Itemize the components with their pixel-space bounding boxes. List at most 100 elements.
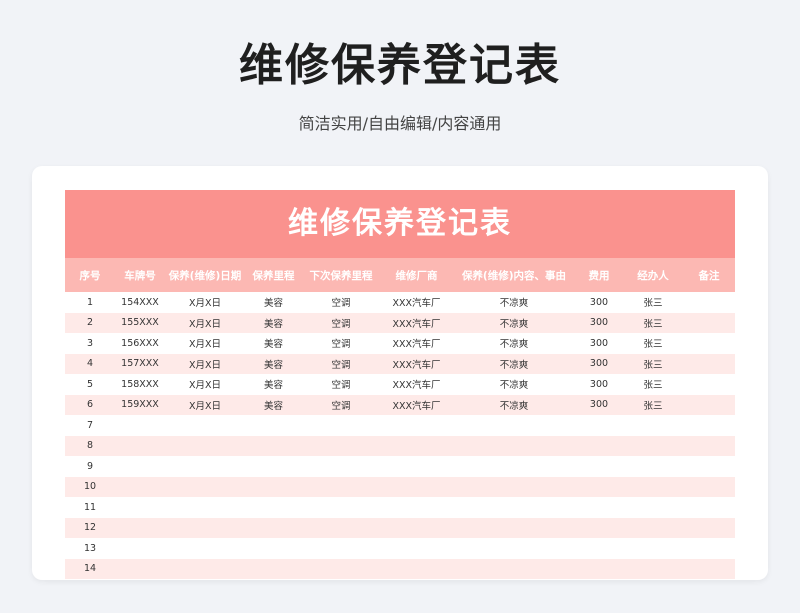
- cell-remarks[interactable]: [683, 374, 735, 395]
- col-header-content[interactable]: 保养(维修)内容、事由: [453, 258, 575, 292]
- cell-date[interactable]: X月X日: [165, 353, 245, 374]
- cell-plate[interactable]: 157XXX: [115, 353, 165, 374]
- cell-content[interactable]: [453, 456, 575, 477]
- cell-next-mileage[interactable]: [302, 538, 380, 559]
- cell-cost[interactable]: [575, 435, 623, 456]
- cell-remarks[interactable]: [683, 517, 735, 538]
- cell-mileage[interactable]: [245, 517, 302, 538]
- col-header-next-mileage[interactable]: 下次保养里程: [302, 258, 380, 292]
- cell-content[interactable]: [453, 517, 575, 538]
- col-header-remarks[interactable]: 备注: [683, 258, 735, 292]
- cell-content[interactable]: [453, 435, 575, 456]
- cell-cost[interactable]: [575, 456, 623, 477]
- cell-next-mileage[interactable]: [302, 558, 380, 579]
- cell-content[interactable]: 不凉爽: [453, 292, 575, 313]
- cell-handler[interactable]: 张三: [623, 292, 683, 313]
- col-header-mileage[interactable]: 保养里程: [245, 258, 302, 292]
- cell-content[interactable]: [453, 476, 575, 497]
- cell-handler[interactable]: [623, 538, 683, 559]
- cell-handler[interactable]: [623, 497, 683, 518]
- cell-next-mileage[interactable]: [302, 435, 380, 456]
- cell-content[interactable]: [453, 538, 575, 559]
- cell-remarks[interactable]: [683, 497, 735, 518]
- cell-mileage[interactable]: 美容: [245, 374, 302, 395]
- col-header-index[interactable]: 序号: [65, 258, 115, 292]
- cell-handler[interactable]: 张三: [623, 333, 683, 354]
- cell-content[interactable]: [453, 497, 575, 518]
- cell-plate[interactable]: [115, 517, 165, 538]
- cell-index[interactable]: 5: [65, 374, 115, 395]
- cell-plate[interactable]: 154XXX: [115, 292, 165, 313]
- cell-vendor[interactable]: XXX汽车厂: [380, 333, 453, 354]
- cell-content[interactable]: 不凉爽: [453, 353, 575, 374]
- cell-cost[interactable]: [575, 558, 623, 579]
- cell-remarks[interactable]: [683, 476, 735, 497]
- cell-vendor[interactable]: [380, 456, 453, 477]
- cell-date[interactable]: X月X日: [165, 292, 245, 313]
- cell-vendor[interactable]: [380, 415, 453, 436]
- cell-plate[interactable]: [115, 456, 165, 477]
- cell-handler[interactable]: [623, 456, 683, 477]
- cell-index[interactable]: 8: [65, 435, 115, 456]
- cell-date[interactable]: [165, 517, 245, 538]
- cell-cost[interactable]: [575, 517, 623, 538]
- cell-date[interactable]: X月X日: [165, 374, 245, 395]
- cell-cost[interactable]: 300: [575, 394, 623, 415]
- col-header-vendor[interactable]: 维修厂商: [380, 258, 453, 292]
- cell-plate[interactable]: [115, 497, 165, 518]
- cell-plate[interactable]: [115, 415, 165, 436]
- cell-vendor[interactable]: [380, 558, 453, 579]
- cell-mileage[interactable]: [245, 415, 302, 436]
- cell-cost[interactable]: [575, 476, 623, 497]
- cell-mileage[interactable]: [245, 456, 302, 477]
- cell-date[interactable]: X月X日: [165, 394, 245, 415]
- cell-next-mileage[interactable]: [302, 415, 380, 436]
- cell-index[interactable]: 2: [65, 312, 115, 333]
- cell-index[interactable]: 1: [65, 292, 115, 313]
- cell-vendor[interactable]: XXX汽车厂: [380, 292, 453, 313]
- cell-next-mileage[interactable]: [302, 456, 380, 477]
- cell-vendor[interactable]: [380, 476, 453, 497]
- cell-cost[interactable]: 300: [575, 333, 623, 354]
- cell-mileage[interactable]: 美容: [245, 353, 302, 374]
- cell-cost[interactable]: [575, 415, 623, 436]
- cell-cost[interactable]: 300: [575, 292, 623, 313]
- cell-remarks[interactable]: [683, 333, 735, 354]
- cell-index[interactable]: 7: [65, 415, 115, 436]
- cell-vendor[interactable]: XXX汽车厂: [380, 312, 453, 333]
- cell-date[interactable]: [165, 558, 245, 579]
- cell-date[interactable]: [165, 538, 245, 559]
- cell-handler[interactable]: [623, 558, 683, 579]
- cell-cost[interactable]: 300: [575, 374, 623, 395]
- col-header-handler[interactable]: 经办人: [623, 258, 683, 292]
- cell-remarks[interactable]: [683, 538, 735, 559]
- cell-index[interactable]: 9: [65, 456, 115, 477]
- cell-content[interactable]: 不凉爽: [453, 394, 575, 415]
- cell-plate[interactable]: [115, 435, 165, 456]
- cell-cost[interactable]: 300: [575, 353, 623, 374]
- cell-vendor[interactable]: XXX汽车厂: [380, 374, 453, 395]
- cell-handler[interactable]: 张三: [623, 374, 683, 395]
- cell-plate[interactable]: [115, 558, 165, 579]
- cell-mileage[interactable]: [245, 558, 302, 579]
- cell-mileage[interactable]: [245, 538, 302, 559]
- cell-mileage[interactable]: 美容: [245, 292, 302, 313]
- cell-mileage[interactable]: 美容: [245, 312, 302, 333]
- cell-index[interactable]: 3: [65, 333, 115, 354]
- cell-date[interactable]: X月X日: [165, 333, 245, 354]
- cell-remarks[interactable]: [683, 558, 735, 579]
- cell-plate[interactable]: 158XXX: [115, 374, 165, 395]
- cell-vendor[interactable]: XXX汽车厂: [380, 394, 453, 415]
- cell-cost[interactable]: [575, 497, 623, 518]
- cell-index[interactable]: 13: [65, 538, 115, 559]
- cell-handler[interactable]: [623, 476, 683, 497]
- cell-mileage[interactable]: [245, 497, 302, 518]
- cell-mileage[interactable]: [245, 476, 302, 497]
- cell-vendor[interactable]: [380, 435, 453, 456]
- cell-date[interactable]: [165, 415, 245, 436]
- cell-vendor[interactable]: [380, 538, 453, 559]
- col-header-cost[interactable]: 费用: [575, 258, 623, 292]
- cell-next-mileage[interactable]: [302, 517, 380, 538]
- cell-content[interactable]: 不凉爽: [453, 333, 575, 354]
- cell-cost[interactable]: [575, 538, 623, 559]
